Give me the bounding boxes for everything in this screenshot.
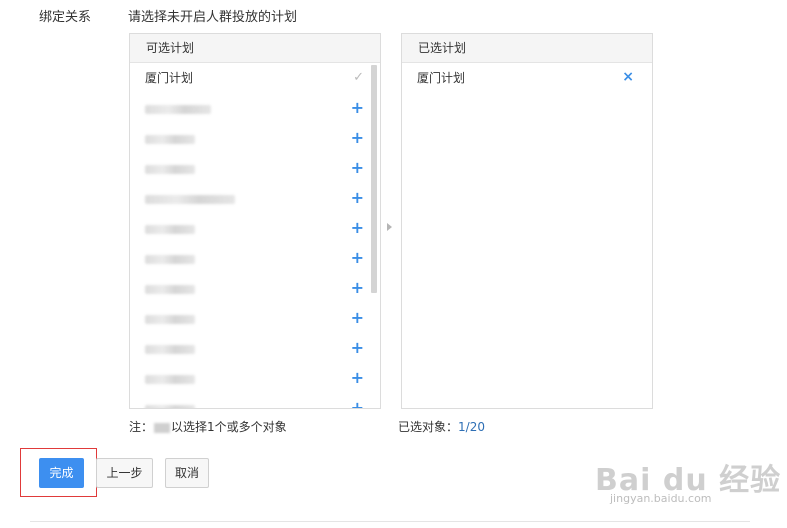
selection-note: 注： 以选择1个或多个对象 <box>129 418 287 435</box>
add-icon[interactable]: + <box>351 303 364 333</box>
plan-name: 厦门计划 <box>417 71 466 85</box>
list-item[interactable]: + <box>130 393 370 408</box>
add-icon[interactable]: + <box>351 93 364 123</box>
selected-count-value: 1/20 <box>458 420 485 434</box>
list-item: 厦门计划 × <box>402 63 642 93</box>
add-icon[interactable]: + <box>351 273 364 303</box>
add-icon[interactable]: + <box>351 213 364 243</box>
list-item[interactable]: + <box>130 333 370 363</box>
previous-step-button[interactable]: 上一步 <box>96 458 153 488</box>
plan-name: 厦门计划 <box>145 71 194 85</box>
note-prefix: 注： <box>129 420 154 434</box>
instruction-text: 请选择未开启人群投放的计划 <box>128 10 298 25</box>
blurred-plan-name <box>145 135 195 144</box>
list-item[interactable]: + <box>130 213 370 243</box>
available-plans-header: 可选计划 <box>130 34 380 63</box>
list-scrollbar[interactable] <box>371 65 377 293</box>
add-icon[interactable]: + <box>351 153 364 183</box>
blurred-plan-name <box>145 375 195 384</box>
blurred-text <box>154 422 171 433</box>
add-icon[interactable]: + <box>351 123 364 153</box>
list-item[interactable]: + <box>130 303 370 333</box>
available-plans-panel: 可选计划 厦门计划 ✓ + + + + + + + + + + + <box>129 33 381 409</box>
close-icon[interactable]: × <box>622 63 634 92</box>
watermark-url: jingyan.baidu.com <box>610 492 712 505</box>
blurred-plan-name <box>145 195 235 204</box>
transfer-arrow-icon <box>387 223 392 231</box>
blurred-plan-name <box>145 165 195 174</box>
blurred-plan-name <box>145 285 195 294</box>
blurred-plan-name <box>145 405 195 408</box>
binding-label: 绑定关系 <box>39 10 92 25</box>
list-item[interactable]: + <box>130 363 370 393</box>
selected-count: 已选对象：1/20 <box>398 418 485 435</box>
blurred-plan-name <box>145 105 211 114</box>
list-item[interactable]: + <box>130 273 370 303</box>
selected-plans-header: 已选计划 <box>402 34 652 63</box>
blurred-plan-name <box>145 255 195 264</box>
selected-count-label: 已选对象： <box>398 420 459 434</box>
add-icon[interactable]: + <box>351 183 364 213</box>
blurred-plan-name <box>145 225 195 234</box>
done-button[interactable]: 完成 <box>39 458 84 488</box>
list-item[interactable]: + <box>130 123 370 153</box>
blurred-plan-name <box>145 315 195 324</box>
available-plans-list: 厦门计划 ✓ + + + + + + + + + + + <box>130 63 370 408</box>
note-suffix: 以选择1个或多个对象 <box>171 420 287 434</box>
selected-plans-panel: 已选计划 厦门计划 × <box>401 33 653 409</box>
list-item[interactable]: + <box>130 183 370 213</box>
add-icon[interactable]: + <box>351 243 364 273</box>
cancel-button[interactable]: 取消 <box>165 458 209 488</box>
list-item[interactable]: + <box>130 93 370 123</box>
blurred-plan-name <box>145 345 195 354</box>
list-item[interactable]: 厦门计划 ✓ <box>130 63 370 93</box>
add-icon[interactable]: + <box>351 393 364 408</box>
add-icon[interactable]: + <box>351 363 364 393</box>
list-item[interactable]: + <box>130 153 370 183</box>
baidu-watermark: Bai du 经验 jingyan.baidu.com <box>595 455 781 505</box>
bottom-divider <box>30 521 750 522</box>
selected-plans-list: 厦门计划 × <box>402 63 642 408</box>
add-icon[interactable]: + <box>351 333 364 363</box>
list-item[interactable]: + <box>130 243 370 273</box>
check-icon: ✓ <box>353 70 364 85</box>
